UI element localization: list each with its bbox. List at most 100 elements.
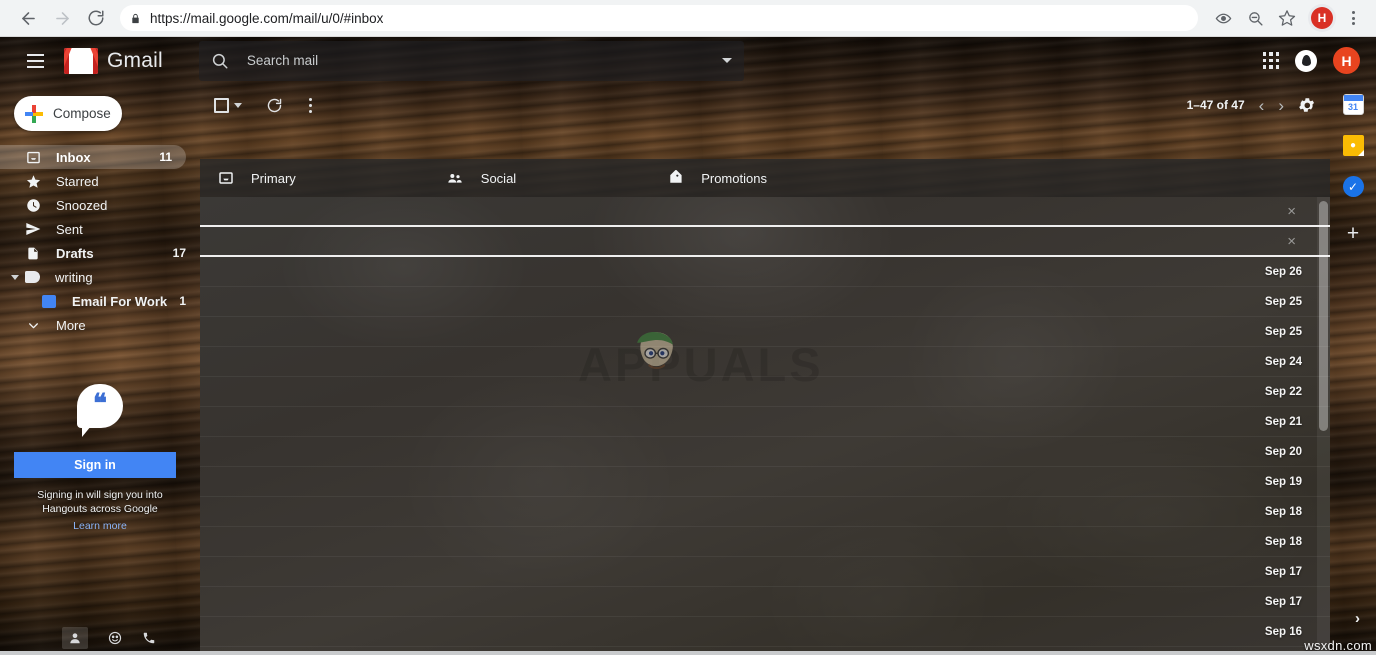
email-date: Sep 22 bbox=[1264, 385, 1302, 398]
email-date: Sep 18 bbox=[1264, 535, 1302, 548]
table-row[interactable]: Sep 17 bbox=[200, 587, 1330, 617]
browser-profile-button[interactable]: H bbox=[1308, 4, 1336, 32]
table-row[interactable]: Sep 22 bbox=[200, 377, 1330, 407]
table-row[interactable]: Sep 26 bbox=[200, 257, 1330, 287]
email-date: Sep 25 bbox=[1264, 295, 1302, 308]
back-button[interactable] bbox=[12, 2, 44, 34]
table-row[interactable]: × bbox=[200, 197, 1330, 227]
expand-chevron-icon[interactable] bbox=[11, 274, 19, 280]
sidebar-item-snoozed[interactable]: Snoozed bbox=[0, 193, 200, 217]
search-mail-bar[interactable]: Search mail bbox=[198, 40, 744, 81]
hangouts-footer bbox=[0, 621, 200, 655]
bookmark-star-icon[interactable] bbox=[1272, 3, 1302, 33]
dismiss-ad-close-icon[interactable]: × bbox=[1287, 204, 1296, 219]
gmail-wordmark: Gmail bbox=[107, 48, 163, 72]
select-all-checkbox[interactable] bbox=[214, 97, 229, 113]
hangouts-quote-icon: ❝ bbox=[77, 384, 123, 437]
side-panel-rail: 31 ● ✓ + bbox=[1330, 84, 1376, 655]
zoom-out-icon[interactable] bbox=[1240, 3, 1270, 33]
sidebar-item-label: Email For Work bbox=[72, 293, 168, 309]
tab-label: Primary bbox=[251, 170, 296, 186]
email-date: Sep 18 bbox=[1264, 505, 1302, 518]
reload-button[interactable] bbox=[80, 2, 112, 34]
keep-notes-icon[interactable]: ● bbox=[1342, 135, 1364, 156]
email-date: Sep 16 bbox=[1264, 625, 1302, 638]
table-row[interactable]: Sep 18 bbox=[200, 497, 1330, 527]
search-options-chevron-down-icon[interactable] bbox=[721, 58, 732, 63]
browser-profile-avatar: H bbox=[1311, 7, 1333, 29]
table-row[interactable]: Sep 17 bbox=[200, 557, 1330, 587]
table-row[interactable]: Sep 25 bbox=[200, 317, 1330, 347]
search-input[interactable]: Search mail bbox=[247, 53, 722, 68]
table-row[interactable]: Sep 25 bbox=[200, 287, 1330, 317]
email-date: Sep 26 bbox=[1264, 265, 1302, 278]
phone-call-icon[interactable] bbox=[142, 631, 156, 645]
hamburger-menu-icon[interactable] bbox=[15, 41, 55, 81]
compose-button[interactable]: Compose bbox=[14, 96, 122, 131]
email-date: Sep 17 bbox=[1264, 595, 1302, 608]
sidebar-item-writing[interactable]: writing bbox=[0, 265, 200, 289]
people-icon bbox=[446, 170, 464, 186]
address-bar[interactable]: https://mail.google.com/mail/u/0/#inbox bbox=[120, 5, 1198, 31]
gmail-header-actions: H bbox=[1262, 47, 1376, 74]
more-options-three-dot-menu-icon[interactable] bbox=[309, 97, 312, 113]
browser-toolbar: https://mail.google.com/mail/u/0/#inbox … bbox=[0, 0, 1376, 37]
select-all-chevron-down-icon[interactable] bbox=[234, 102, 242, 108]
star-icon bbox=[24, 174, 42, 189]
calendar-icon[interactable]: 31 bbox=[1342, 94, 1364, 115]
sidebar-item-more[interactable]: More bbox=[0, 313, 200, 337]
plus-icon bbox=[25, 104, 43, 123]
sidebar-item-label: Drafts bbox=[56, 245, 94, 261]
table-row[interactable]: × bbox=[200, 227, 1330, 257]
chevron-right-icon[interactable]: › bbox=[1278, 97, 1284, 114]
gmail-sidebar: Compose Inbox 11 Starred Snoozed Sent Dr… bbox=[0, 84, 200, 655]
hangouts-note: Signing in will sign you into Hangouts a… bbox=[37, 489, 163, 516]
add-addon-button[interactable]: + bbox=[1347, 223, 1359, 244]
sidebar-item-drafts[interactable]: Drafts 17 bbox=[0, 241, 200, 265]
table-row[interactable]: Sep 16 bbox=[200, 617, 1330, 647]
chevron-down-icon bbox=[24, 319, 42, 332]
gmail-logo: Gmail bbox=[64, 47, 163, 74]
tab-social[interactable]: Social bbox=[446, 170, 516, 186]
tab-label: Social bbox=[480, 170, 517, 186]
chevron-left-icon[interactable]: ‹ bbox=[1259, 97, 1265, 114]
refresh-icon[interactable] bbox=[266, 97, 283, 114]
media-cast-icon[interactable] bbox=[1208, 3, 1238, 33]
tab-promotions[interactable]: Promotions bbox=[666, 170, 767, 186]
table-row[interactable]: Sep 18 bbox=[200, 527, 1330, 557]
table-row[interactable]: Sep 19 bbox=[200, 467, 1330, 497]
sidebar-item-inbox[interactable]: Inbox 11 bbox=[0, 145, 186, 169]
sidebar-item-count: 17 bbox=[172, 246, 186, 260]
table-row[interactable]: Sep 20 bbox=[200, 437, 1330, 467]
sidebar-item-label: More bbox=[56, 317, 86, 333]
sidebar-item-sent[interactable]: Sent bbox=[0, 217, 200, 241]
email-list-scrollbar[interactable] bbox=[1317, 197, 1330, 655]
hangouts-panel: ❝ Sign in Signing in will sign you into … bbox=[14, 384, 186, 534]
hangouts-signin-button[interactable]: Sign in bbox=[14, 452, 176, 478]
support-icon[interactable] bbox=[1295, 49, 1317, 72]
apps-grid-icon[interactable] bbox=[1262, 52, 1279, 69]
table-row[interactable]: Sep 24 bbox=[200, 347, 1330, 377]
browser-menu-button[interactable] bbox=[1338, 3, 1368, 33]
sidebar-nav-list: Inbox 11 Starred Snoozed Sent Drafts 17 … bbox=[0, 145, 200, 337]
tab-primary[interactable]: Primary bbox=[218, 170, 296, 186]
sidebar-item-starred[interactable]: Starred bbox=[0, 169, 200, 193]
gear-icon[interactable] bbox=[1298, 96, 1316, 114]
contacts-person-icon[interactable] bbox=[62, 627, 88, 649]
reload-icon bbox=[88, 10, 104, 26]
tasks-check-icon[interactable]: ✓ bbox=[1342, 176, 1364, 197]
scrollbar-thumb[interactable] bbox=[1319, 201, 1328, 431]
conversations-smiley-icon[interactable] bbox=[108, 631, 122, 645]
dismiss-ad-close-icon[interactable]: × bbox=[1287, 234, 1296, 249]
account-avatar[interactable]: H bbox=[1333, 47, 1360, 74]
table-row[interactable]: Sep 21 bbox=[200, 407, 1330, 437]
expand-panel-chevron-right-icon[interactable]: › bbox=[1355, 610, 1360, 627]
list-toolbar: 1–47 of 47 ‹ › bbox=[200, 84, 1330, 126]
sidebar-item-label: Starred bbox=[56, 173, 99, 189]
tag-icon bbox=[666, 170, 684, 186]
sidebar-item-count: 1 bbox=[179, 294, 186, 308]
hangouts-learn-more-link[interactable]: Learn more bbox=[73, 520, 127, 532]
gmail-logo-icon bbox=[64, 47, 98, 74]
sidebar-item-email-for-work[interactable]: Email For Work 1 bbox=[0, 289, 200, 313]
forward-button[interactable] bbox=[46, 2, 78, 34]
